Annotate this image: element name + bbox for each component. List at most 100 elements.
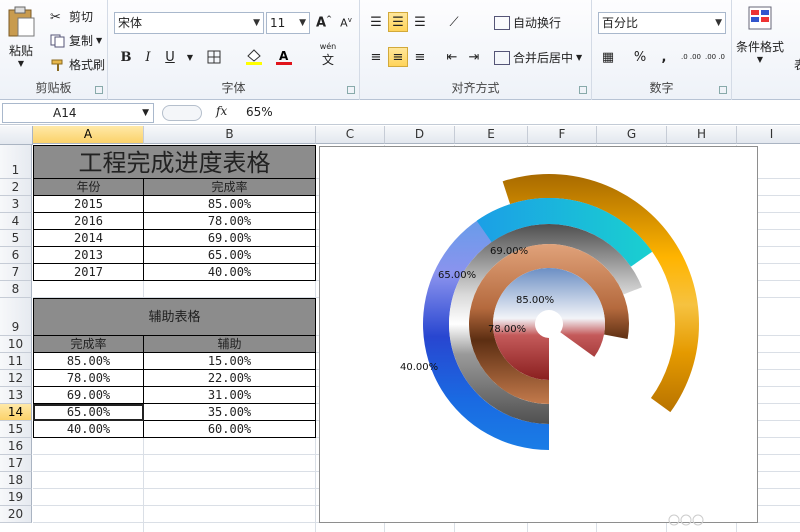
clipboard-launcher-icon[interactable] bbox=[95, 86, 103, 94]
row-header-20[interactable]: 20 bbox=[0, 506, 32, 523]
row-header-14[interactable]: 14 bbox=[0, 404, 32, 421]
table1-cell[interactable]: 78.00% bbox=[144, 213, 316, 230]
data-label[interactable]: 69.00% bbox=[490, 246, 528, 257]
table1-cell[interactable]: 2016 bbox=[33, 213, 144, 230]
merge-center-button[interactable]: 合并后居中 ▼ bbox=[494, 49, 582, 66]
row-header-12[interactable]: 12 bbox=[0, 370, 32, 387]
row-header-6[interactable]: 6 bbox=[0, 247, 32, 264]
column-header-f[interactable]: F bbox=[528, 126, 597, 144]
copy-button[interactable]: 复制 ▼ bbox=[50, 32, 102, 49]
underline-dropdown-icon[interactable]: ▼ bbox=[180, 47, 200, 67]
row-header-13[interactable]: 13 bbox=[0, 387, 32, 404]
bold-button[interactable]: B bbox=[116, 47, 136, 67]
row-header-4[interactable]: 4 bbox=[0, 213, 32, 230]
align-left-button[interactable]: ≡ bbox=[366, 47, 386, 67]
paste-button[interactable]: 粘贴 ▼ bbox=[6, 6, 36, 68]
row-header-19[interactable]: 19 bbox=[0, 489, 32, 506]
font-launcher-icon[interactable] bbox=[347, 86, 355, 94]
active-cell[interactable]: 65.00% bbox=[33, 404, 144, 421]
table2-cell[interactable]: 69.00% bbox=[33, 387, 144, 404]
font-size-select[interactable]: 11 ▼ bbox=[266, 12, 310, 34]
orientation-button[interactable]: ⟋ bbox=[444, 12, 464, 32]
table1-header-cell[interactable]: 年份 bbox=[33, 179, 144, 196]
number-launcher-icon[interactable] bbox=[719, 86, 727, 94]
table1-cell[interactable]: 2015 bbox=[33, 196, 144, 213]
row-header-3[interactable]: 3 bbox=[0, 196, 32, 213]
table1-cell[interactable]: 2014 bbox=[33, 230, 144, 247]
shrink-font-button[interactable]: Av bbox=[336, 13, 356, 33]
wrap-text-button[interactable]: 自动换行 bbox=[494, 14, 561, 31]
aux-title-cell[interactable]: 辅助表格 bbox=[33, 298, 316, 336]
table2-cell[interactable]: 85.00% bbox=[33, 353, 144, 370]
column-header-i[interactable]: I bbox=[737, 126, 800, 144]
decrease-indent-button[interactable]: ⇤ bbox=[442, 47, 462, 67]
column-header-d[interactable]: D bbox=[385, 126, 455, 144]
increase-decimal-button[interactable]: .0 .00 bbox=[680, 47, 702, 67]
table2-cell[interactable]: 22.00% bbox=[144, 370, 316, 387]
align-top-button[interactable]: ☰ bbox=[366, 12, 386, 32]
table1-cell[interactable]: 2013 bbox=[33, 247, 144, 264]
fill-color-button[interactable] bbox=[244, 47, 264, 67]
row-header-2[interactable]: 2 bbox=[0, 179, 32, 196]
table2-header-cell[interactable]: 辅助 bbox=[144, 336, 316, 353]
paste-dropdown-icon[interactable]: ▼ bbox=[18, 59, 24, 68]
table1-cell[interactable]: 65.00% bbox=[144, 247, 316, 264]
italic-button[interactable]: I bbox=[138, 47, 158, 67]
font-name-select[interactable]: 宋体 ▼ bbox=[114, 12, 264, 34]
table2-header-cell[interactable]: 完成率 bbox=[33, 336, 144, 353]
format-as-table-button[interactable]: 表 bbox=[794, 56, 800, 73]
copy-dropdown-icon[interactable]: ▼ bbox=[96, 36, 102, 45]
select-all-button[interactable] bbox=[0, 126, 33, 145]
table2-cell[interactable]: 35.00% bbox=[144, 404, 316, 421]
row-header-9[interactable]: 9 bbox=[0, 298, 32, 336]
formula-input[interactable]: 65% bbox=[246, 105, 273, 119]
column-header-h[interactable]: H bbox=[667, 126, 737, 144]
conditional-formatting-button[interactable]: 条件格式 ▼ bbox=[736, 4, 784, 64]
table1-cell[interactable]: 85.00% bbox=[144, 196, 316, 213]
doughnut-chart[interactable]: 40.00% 65.00% 69.00% 78.00% 85.00% bbox=[319, 146, 758, 523]
sheet-title-cell[interactable]: 工程完成进度表格 bbox=[33, 145, 316, 179]
table1-cell[interactable]: 2017 bbox=[33, 264, 144, 281]
table2-cell[interactable]: 15.00% bbox=[144, 353, 316, 370]
column-header-b[interactable]: B bbox=[144, 126, 316, 144]
column-header-a[interactable]: A bbox=[33, 126, 144, 144]
font-color-button[interactable]: A bbox=[274, 47, 294, 67]
table1-header-cell[interactable]: 完成率 bbox=[144, 179, 316, 196]
align-center-button[interactable]: ≡ bbox=[388, 47, 408, 67]
table1-cell[interactable]: 40.00% bbox=[144, 264, 316, 281]
insert-function-icon[interactable]: fx bbox=[216, 104, 227, 118]
comma-style-button[interactable]: , bbox=[654, 47, 674, 67]
row-header-5[interactable]: 5 bbox=[0, 230, 32, 247]
accounting-format-button[interactable]: ▦ bbox=[598, 47, 618, 67]
table2-cell[interactable]: 31.00% bbox=[144, 387, 316, 404]
underline-button[interactable]: U bbox=[160, 47, 180, 67]
row-header-18[interactable]: 18 bbox=[0, 472, 32, 489]
row-header-1[interactable]: 1 bbox=[0, 145, 32, 179]
row-header-8[interactable]: 8 bbox=[0, 281, 32, 298]
formula-bar-splitter[interactable] bbox=[162, 105, 202, 121]
row-header-16[interactable]: 16 bbox=[0, 438, 32, 455]
table2-cell[interactable]: 60.00% bbox=[144, 421, 316, 438]
row-header-10[interactable]: 10 bbox=[0, 336, 32, 353]
row-header-15[interactable]: 15 bbox=[0, 421, 32, 438]
chevron-down-icon[interactable]: ▼ bbox=[142, 104, 149, 122]
grow-font-button[interactable]: A^ bbox=[314, 13, 334, 33]
cut-button[interactable]: ✂ 剪切 bbox=[50, 8, 93, 25]
align-right-button[interactable]: ≡ bbox=[410, 47, 430, 67]
table2-cell[interactable]: 40.00% bbox=[33, 421, 144, 438]
column-header-e[interactable]: E bbox=[455, 126, 528, 144]
column-header-g[interactable]: G bbox=[597, 126, 667, 144]
format-painter-button[interactable]: 格式刷 bbox=[50, 56, 105, 73]
borders-button[interactable] bbox=[204, 47, 224, 67]
increase-indent-button[interactable]: ⇥ bbox=[464, 47, 484, 67]
decrease-decimal-button[interactable]: .00 .0 bbox=[704, 47, 726, 67]
data-label[interactable]: 85.00% bbox=[516, 295, 554, 306]
name-box[interactable]: A14 ▼ bbox=[2, 103, 154, 123]
row-header-17[interactable]: 17 bbox=[0, 455, 32, 472]
align-bottom-button[interactable]: ☰ bbox=[410, 12, 430, 32]
column-header-c[interactable]: C bbox=[316, 126, 385, 144]
align-middle-button[interactable]: ☰ bbox=[388, 12, 408, 32]
percent-style-button[interactable]: % bbox=[630, 47, 650, 67]
table2-cell[interactable]: 78.00% bbox=[33, 370, 144, 387]
data-label[interactable]: 78.00% bbox=[488, 324, 526, 335]
